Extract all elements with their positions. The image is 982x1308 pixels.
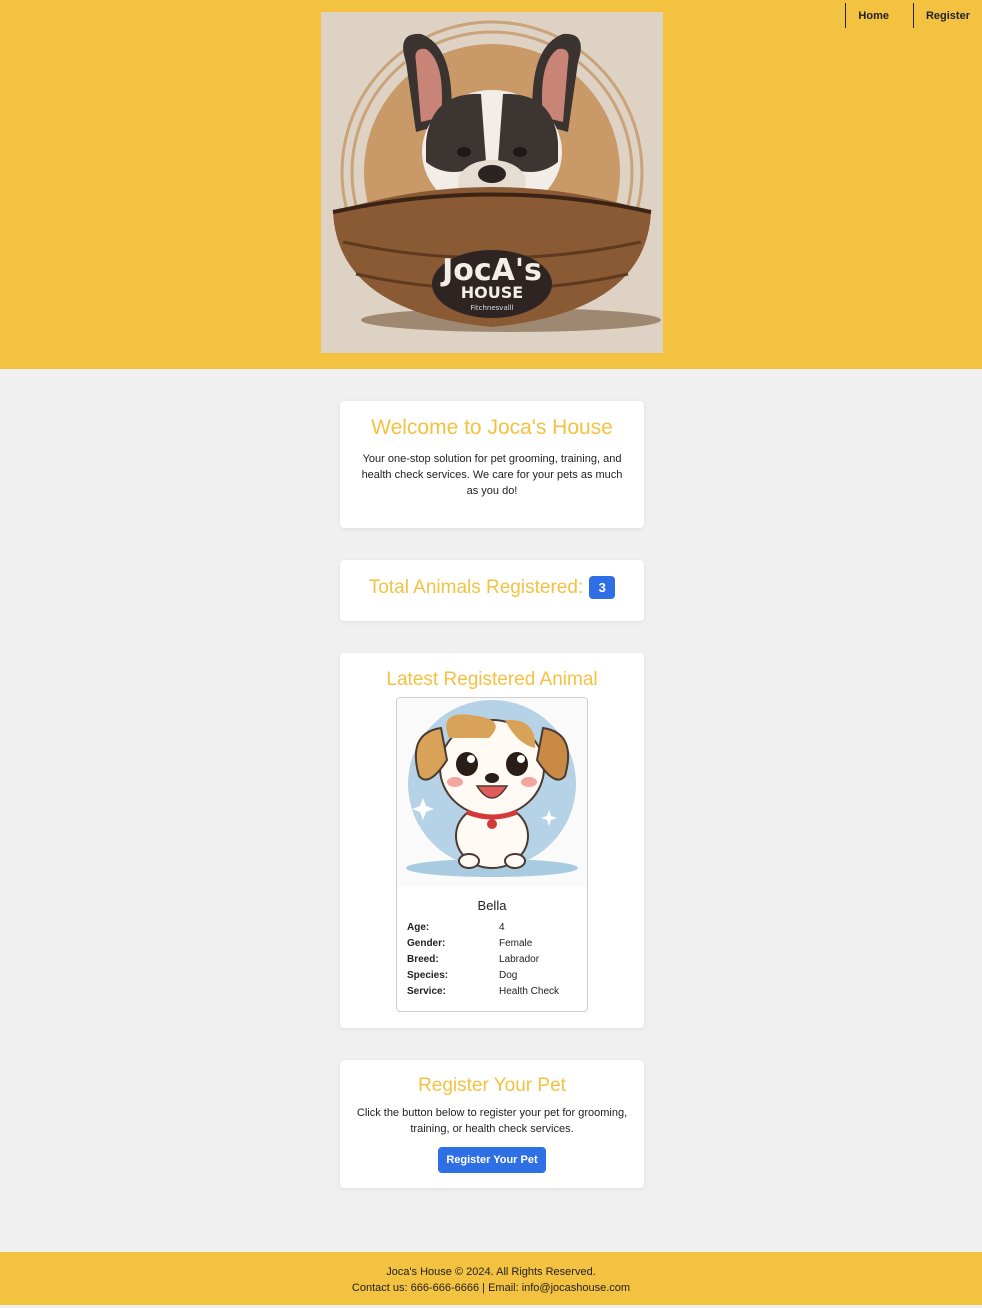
welcome-card: Welcome to Joca's House Your one-stop so… <box>340 401 644 528</box>
site-logo: JocA's HOUSE Fitchnesvalll <box>321 12 663 353</box>
animal-photo <box>397 698 587 886</box>
register-text: Click the button below to register your … <box>356 1107 628 1135</box>
animal-detail-label: Gender: <box>407 937 446 949</box>
animal-detail-row: Age: 4 <box>407 919 559 935</box>
register-title: Register Your Pet <box>418 1075 566 1096</box>
animal-detail-label: Species: <box>407 969 449 981</box>
nav-register-link[interactable]: Register <box>912 3 982 28</box>
animal-name: Bella <box>477 898 507 913</box>
animal-card: Bella Age: 4 Gender: Female Breed: Labra… <box>396 697 588 1012</box>
bulldog-basket-logo-image: JocA's HOUSE Fitchnesvalll <box>321 12 663 353</box>
animal-detail-row: Service: Health Check <box>407 983 559 999</box>
total-animals-label: Total Animals Registered: <box>368 576 584 598</box>
animal-detail-row: Breed: Labrador <box>407 951 559 967</box>
animal-detail-value: 4 <box>499 921 505 933</box>
footer-copyright: Joca's House © 2024. All Rights Reserved… <box>386 1266 596 1278</box>
register-pet-button[interactable]: Register Your Pet <box>438 1147 546 1173</box>
animal-detail-label: Age: <box>407 921 430 933</box>
animal-details-table: Age: 4 Gender: Female Breed: Labrador Sp… <box>407 919 559 999</box>
animal-detail-label: Service: <box>407 985 446 997</box>
animal-detail-value: Dog <box>499 969 518 981</box>
footer-contact: Contact us: 666-666-6666 | Email: info@j… <box>351 1282 631 1294</box>
site-header: JocA's HOUSE Fitchnesvalll Home Register <box>0 0 982 369</box>
welcome-text: Your one-stop solution for pet grooming,… <box>361 453 623 497</box>
welcome-title: Welcome to Joca's House <box>371 416 613 439</box>
animal-detail-value: Female <box>499 937 533 949</box>
animal-detail-value: Labrador <box>499 953 540 965</box>
register-card: Register Your Pet Click the button below… <box>340 1060 644 1188</box>
top-nav: Home Register <box>845 3 982 28</box>
latest-animal-title: Latest Registered Animal <box>386 669 598 690</box>
nav-home-link[interactable]: Home <box>845 3 913 28</box>
total-animals-card: Total Animals Registered: 3 <box>340 560 644 621</box>
latest-animal-card: Latest Registered Animal Bella Age: 4 Ge… <box>340 653 644 1028</box>
logo-subtitle-text: HOUSE <box>461 283 523 302</box>
site-footer: Joca's House © 2024. All Rights Reserved… <box>0 1252 982 1305</box>
puppy-image <box>397 698 587 886</box>
animal-detail-value: Health Check <box>499 985 560 997</box>
animal-detail-label: Breed: <box>407 953 439 965</box>
animal-detail-row: Gender: Female <box>407 935 559 951</box>
animal-detail-row: Species: Dog <box>407 967 559 983</box>
logo-tagline-text: Fitchnesvalll <box>470 304 513 312</box>
total-animals-badge: 3 <box>589 576 616 599</box>
